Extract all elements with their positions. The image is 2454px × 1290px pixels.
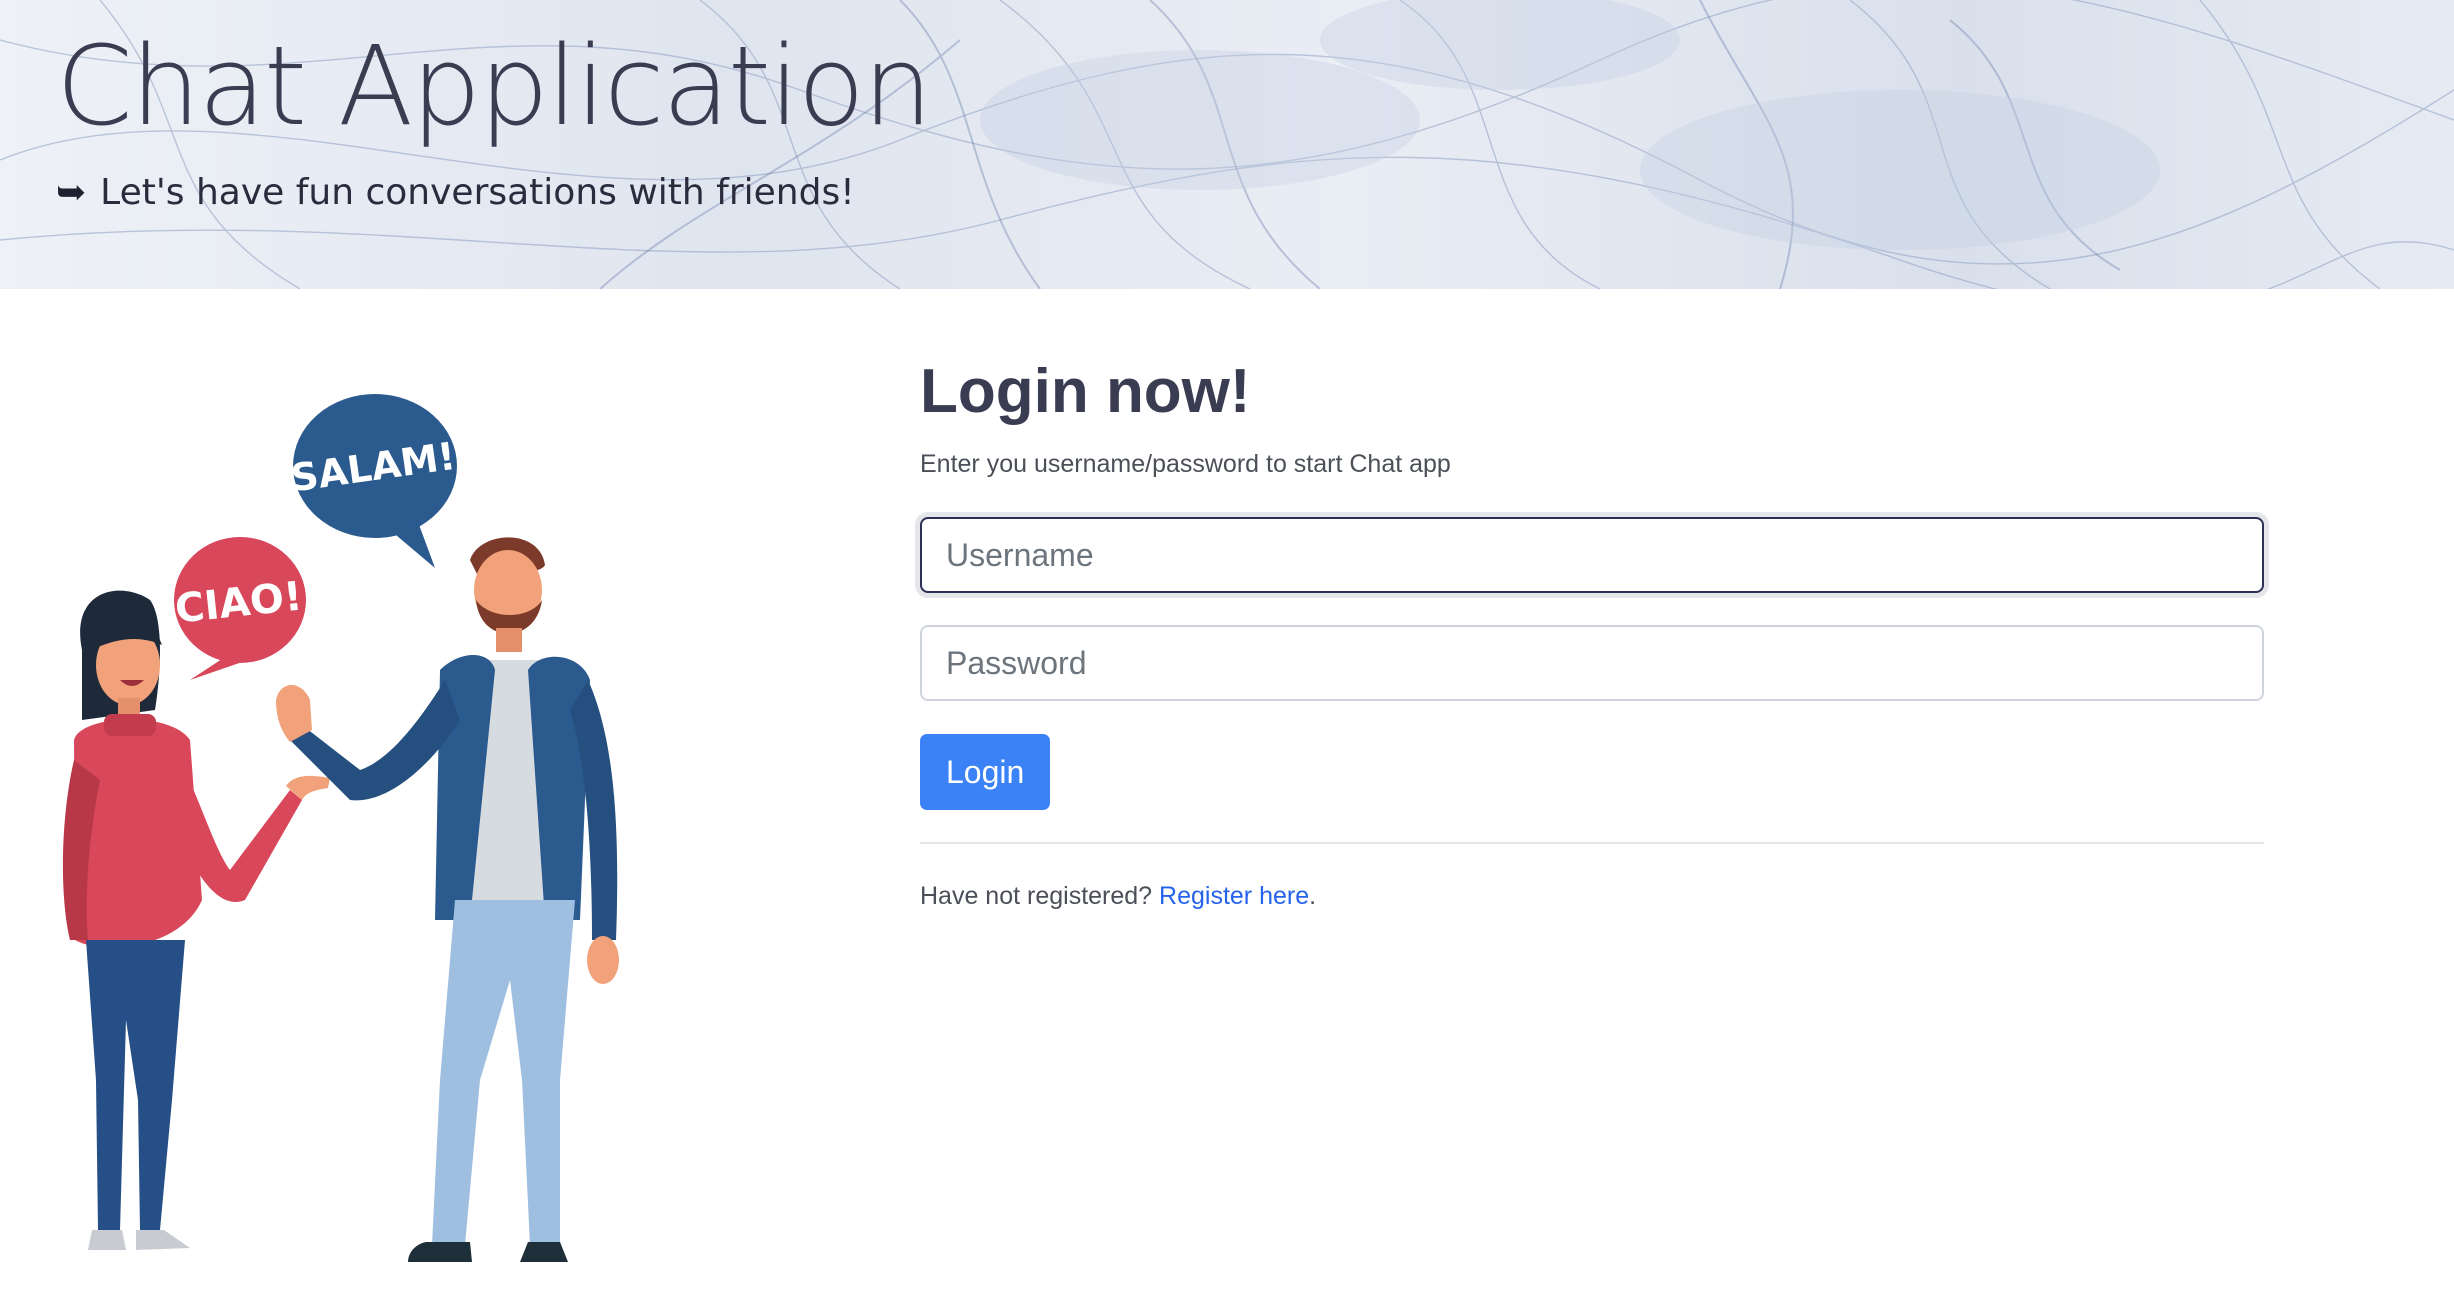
app-title: Chat Application <box>56 22 933 150</box>
speech-bubble-right: SALAM! <box>288 394 458 568</box>
login-page: Chat Application ➥ Let's have fun conver… <box>0 0 2454 1290</box>
password-input[interactable] <box>920 625 2264 701</box>
login-button[interactable]: Login <box>920 734 1051 810</box>
form-divider <box>920 842 2264 844</box>
arrow-right-icon: ➥ <box>56 172 87 213</box>
speech-bubble-left: CIAO! <box>173 537 306 680</box>
man-figure <box>276 537 619 1262</box>
chat-illustration: SALAM! CIAO! <box>40 380 660 1270</box>
login-form: Login now! Enter you username/password t… <box>920 350 2264 911</box>
register-link[interactable]: Register here <box>1159 882 1309 910</box>
login-heading: Login now! <box>920 357 1251 426</box>
register-prompt: Have not registered? Register here. <box>920 882 2264 911</box>
register-suffix: . <box>1309 882 1317 910</box>
username-input[interactable] <box>920 517 2264 593</box>
register-prefix: Have not registered? <box>920 882 1160 910</box>
tagline: ➥ Let's have fun conversations with frie… <box>56 172 855 213</box>
header-banner: Chat Application ➥ Let's have fun conver… <box>0 0 2454 289</box>
login-subtitle: Enter you username/password to start Cha… <box>920 450 1451 478</box>
tagline-text: Let's have fun conversations with friend… <box>100 172 855 213</box>
